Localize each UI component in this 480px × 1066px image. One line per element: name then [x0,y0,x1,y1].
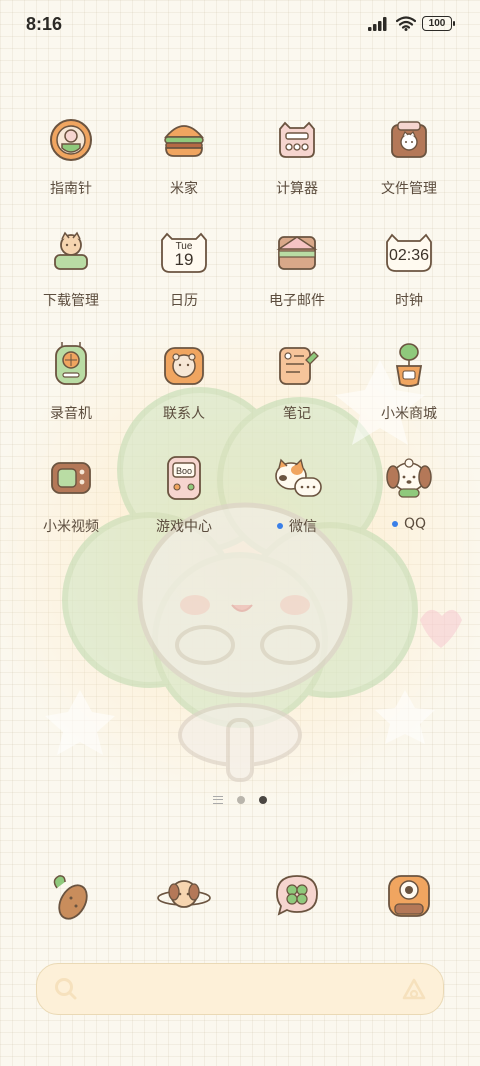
app-label: 下载管理 [43,293,99,309]
plant-pot-icon [379,335,439,395]
download-cat-icon [41,222,101,282]
app-notes[interactable]: 笔记 [247,335,347,423]
game-console-icon: Boo [154,448,214,508]
app-label: 笔记 [283,406,311,422]
search-icon[interactable] [53,976,79,1002]
calendar-date: 19 [175,250,194,269]
app-recorder[interactable]: 录音机 [21,335,121,423]
app-mijia[interactable]: 米家 [134,110,234,198]
contact-bear-icon [154,335,214,395]
signal-icon [368,16,387,31]
wifi-icon [396,16,416,31]
app-label: 计算器 [276,181,318,197]
calculator-icon [267,110,327,170]
new-badge [391,521,398,527]
phone-peanut-icon [53,875,88,920]
search-input[interactable] [91,974,381,1004]
assistant-icon[interactable] [401,977,427,1003]
app-label: 录音机 [50,406,92,422]
app-label: 日历 [170,293,198,309]
clock-icon: 02:36 [379,222,439,282]
drawer-lines-icon[interactable] [213,796,223,804]
clover-bubble-icon [276,875,318,916]
status-time: 8:16 [26,14,63,34]
search-bar[interactable] [36,963,444,1015]
page-indicator [0,796,480,804]
battery-level: 100 [428,18,446,29]
app-label: QQ [391,516,426,532]
battery-icon: 100 [422,16,455,31]
app-label: 小米商城 [381,406,437,422]
app-label: 文件管理 [381,181,437,197]
app-calculator[interactable]: 计算器 [247,110,347,198]
app-mi-store[interactable]: 小米商城 [359,335,459,423]
app-qq[interactable]: QQ [359,448,459,532]
app-file-manager[interactable]: 文件管理 [359,110,459,198]
app-download-manager[interactable]: 下载管理 [21,222,121,310]
page-dot[interactable] [237,796,245,804]
status-icons: 100 [368,16,455,31]
dock-phone[interactable] [21,868,121,924]
app-contacts[interactable]: 联系人 [134,335,234,423]
app-game-center[interactable]: Boo 游戏中心 [134,448,234,536]
app-label: 时钟 [395,293,423,309]
app-label: 小米视频 [43,519,99,535]
compass-icon [41,110,101,170]
folder-cat-icon [379,110,439,170]
app-clock[interactable]: 02:36 时钟 [359,222,459,310]
tv-icon [41,448,101,508]
envelope-icon [267,222,327,282]
game-screen-text: Boo [176,466,192,476]
clover-shape [62,387,418,728]
app-wechat[interactable]: 微信 [247,448,347,536]
app-calendar[interactable]: Tue 19 日历 [134,222,234,310]
app-label: 指南针 [50,181,92,197]
app-label: 游戏中心 [156,519,212,535]
app-label: 米家 [170,181,198,197]
dog-planet-icon [157,880,211,908]
app-label: 微信 [277,516,317,536]
app-compass[interactable]: 指南针 [21,110,121,198]
recorder-icon [41,335,101,395]
status-bar: 8:16 100 [0,0,480,50]
dock-camera[interactable] [359,868,459,924]
burger-icon [154,110,214,170]
camera-icon [388,875,430,917]
dock-browser[interactable] [247,868,347,924]
page-dot-active[interactable] [259,796,267,804]
cat-chat-icon [267,448,327,508]
app-mi-video[interactable]: 小米视频 [21,448,121,536]
app-email[interactable]: 电子邮件 [247,222,347,310]
notepad-icon [267,335,327,395]
dock-messages[interactable] [134,868,234,924]
new-badge [277,523,283,529]
puppy-icon [379,448,439,508]
calendar-icon: Tue 19 [154,222,214,282]
cat-body [137,502,353,782]
clock-time: 02:36 [389,247,429,264]
app-label: 联系人 [163,406,205,422]
app-label: 电子邮件 [269,293,325,309]
